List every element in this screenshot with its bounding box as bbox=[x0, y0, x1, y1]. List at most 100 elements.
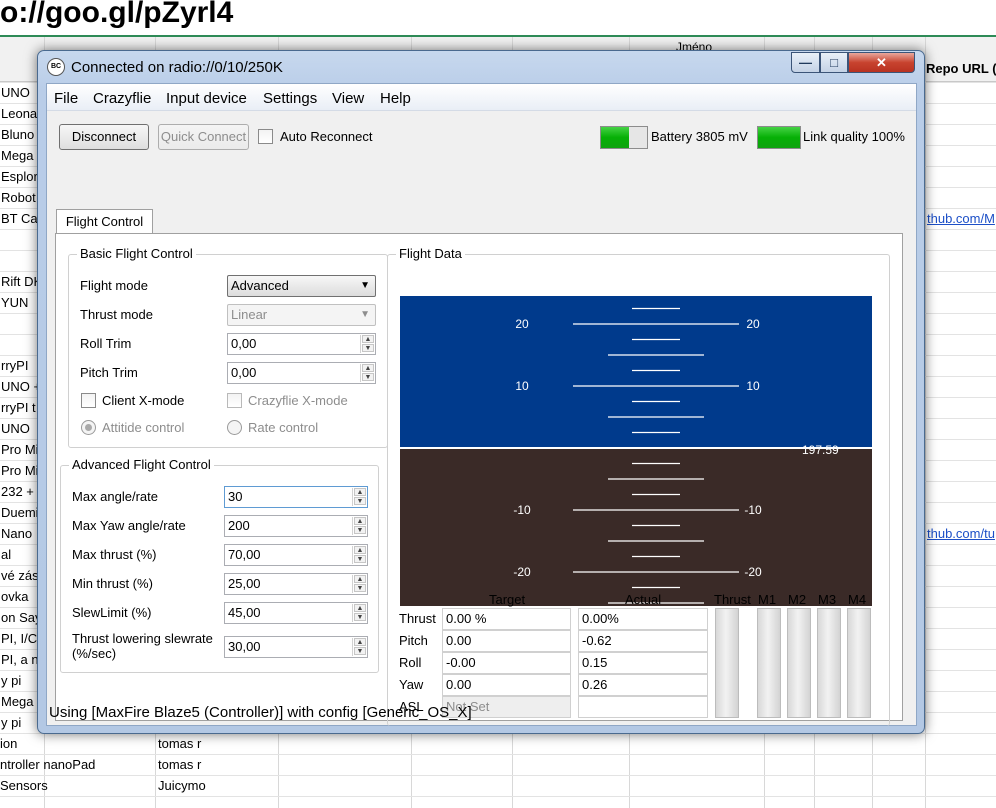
spin-buttons[interactable]: ▲ ▼ bbox=[352, 604, 366, 622]
spin-down-icon[interactable]: ▼ bbox=[362, 373, 374, 381]
pitch-label-left: 10 bbox=[515, 379, 529, 393]
pitch-row-label: Pitch bbox=[399, 633, 428, 648]
background-url-title: o://goo.gl/pZyrl4 bbox=[0, 0, 234, 29]
menu-settings[interactable]: Settings bbox=[263, 90, 317, 107]
spin-down-icon[interactable]: ▼ bbox=[354, 555, 366, 563]
min-thrust-value: 25,00 bbox=[228, 576, 261, 591]
flight-mode-label: Flight mode bbox=[80, 278, 148, 293]
link-quality-meter-fill bbox=[758, 127, 800, 148]
thrust-target-value: 0.00 % bbox=[442, 608, 571, 630]
roll-trim-label: Roll Trim bbox=[80, 336, 132, 351]
max-thrust-label: Max thrust (%) bbox=[72, 547, 157, 562]
m3-bar-label: M3 bbox=[818, 592, 837, 607]
chevron-down-icon: ▼ bbox=[360, 309, 370, 320]
spin-up-icon[interactable]: ▲ bbox=[354, 604, 366, 612]
spin-buttons[interactable]: ▲ ▼ bbox=[352, 517, 366, 535]
link-quality-label: Link quality 100% bbox=[803, 129, 905, 144]
spreadsheet-cell: tomas r bbox=[158, 736, 202, 751]
maximize-button[interactable]: □ bbox=[820, 52, 848, 73]
basic-flight-control-title: Basic Flight Control bbox=[77, 246, 196, 261]
close-button[interactable]: ✕ bbox=[848, 52, 915, 73]
pitch-label-left: -20 bbox=[513, 565, 531, 579]
min-thrust-label: Min thrust (%) bbox=[72, 576, 153, 591]
max-yaw-label: Max Yaw angle/rate bbox=[72, 518, 186, 533]
minimize-icon: — bbox=[799, 55, 812, 70]
spin-buttons[interactable]: ▲ ▼ bbox=[352, 638, 366, 656]
window-title: Connected on radio://0/10/250K bbox=[71, 59, 283, 76]
spin-buttons[interactable]: ▲ ▼ bbox=[352, 488, 366, 506]
spreadsheet-link[interactable]: thub.com/tu bbox=[927, 526, 996, 541]
pitch-trim-value: 0,00 bbox=[231, 365, 257, 380]
m4-bar-label: M4 bbox=[848, 592, 867, 607]
thrust-row-label: Thrust bbox=[399, 611, 436, 626]
max-thrust-spinbox[interactable]: 70,00 ▲ ▼ bbox=[224, 544, 368, 566]
thrust-slewrate-spinbox[interactable]: 30,00 ▲ ▼ bbox=[224, 636, 368, 658]
spin-up-icon[interactable]: ▲ bbox=[354, 517, 366, 525]
spin-up-icon[interactable]: ▲ bbox=[354, 638, 366, 646]
max-angle-value: 30 bbox=[228, 489, 243, 504]
title-bar[interactable]: BC Connected on radio://0/10/250K — □ ✕ bbox=[38, 51, 924, 83]
thrust-slewrate-unit-label: (%/sec) bbox=[72, 646, 117, 661]
rate-control-radio[interactable] bbox=[227, 420, 242, 435]
crazyflie-xmode-checkbox[interactable] bbox=[227, 393, 242, 408]
menu-help[interactable]: Help bbox=[380, 90, 411, 107]
max-yaw-spinbox[interactable]: 200 ▲ ▼ bbox=[224, 515, 368, 537]
slew-limit-spinbox[interactable]: 45,00 ▲ ▼ bbox=[224, 602, 368, 624]
spin-down-icon[interactable]: ▼ bbox=[354, 526, 366, 534]
roll-target-value: -0.00 bbox=[442, 652, 571, 674]
flight-mode-select[interactable]: Advanced ▼ bbox=[227, 275, 376, 297]
spin-up-icon[interactable]: ▲ bbox=[362, 335, 374, 343]
spin-up-icon[interactable]: ▲ bbox=[354, 575, 366, 583]
flight-data-group: Flight Data 20 20 10 10 -10 -10 -20 -20 197.59 T… bbox=[387, 246, 890, 726]
client-xmode-checkbox[interactable] bbox=[81, 393, 96, 408]
close-icon: ✕ bbox=[876, 55, 887, 70]
tab-flight-control[interactable]: Flight Control bbox=[56, 209, 153, 234]
auto-reconnect-label: Auto Reconnect bbox=[280, 129, 373, 144]
spin-buttons[interactable]: ▲ ▼ bbox=[352, 546, 366, 564]
link-quality-meter bbox=[757, 126, 801, 149]
auto-reconnect-checkbox[interactable] bbox=[258, 129, 273, 144]
pitch-trim-spinbox[interactable]: 0,00 ▲ ▼ bbox=[227, 362, 376, 384]
menu-crazyflie[interactable]: Crazyflie bbox=[93, 90, 151, 107]
menu-view[interactable]: View bbox=[332, 90, 364, 107]
spin-buttons[interactable]: ▲ ▼ bbox=[352, 575, 366, 593]
column-header-repo: Repo URL (v bbox=[926, 61, 996, 76]
advanced-flight-control-title: Advanced Flight Control bbox=[69, 457, 214, 472]
max-thrust-value: 70,00 bbox=[228, 547, 261, 562]
pitch-label-right: 10 bbox=[746, 379, 760, 393]
thrust-mode-label: Thrust mode bbox=[80, 307, 153, 322]
max-angle-label: Max angle/rate bbox=[72, 489, 158, 504]
pitch-label-left: -10 bbox=[513, 503, 531, 517]
spreadsheet-row-line bbox=[0, 775, 996, 776]
spin-down-icon[interactable]: ▼ bbox=[362, 344, 374, 352]
spreadsheet-row-line bbox=[0, 754, 996, 755]
thrust-mode-value: Linear bbox=[231, 307, 268, 322]
spin-buttons[interactable]: ▲ ▼ bbox=[360, 335, 374, 353]
spin-down-icon[interactable]: ▼ bbox=[354, 647, 366, 655]
artificial-horizon: 20 20 10 10 -10 -10 -20 -20 197.59 bbox=[400, 296, 872, 606]
min-thrust-spinbox[interactable]: 25,00 ▲ ▼ bbox=[224, 573, 368, 595]
spin-up-icon[interactable]: ▲ bbox=[354, 546, 366, 554]
spreadsheet-link[interactable]: thub.com/M bbox=[927, 211, 996, 226]
m2-bar-label: M2 bbox=[788, 592, 807, 607]
quick-connect-button[interactable]: Quick Connect bbox=[158, 124, 249, 150]
spin-up-icon[interactable]: ▲ bbox=[354, 488, 366, 496]
actual-column-header: Actual bbox=[625, 592, 662, 607]
roll-trim-spinbox[interactable]: 0,00 ▲ ▼ bbox=[227, 333, 376, 355]
battery-meter-fill bbox=[601, 127, 629, 148]
minimize-button[interactable]: — bbox=[791, 52, 820, 73]
disconnect-button[interactable]: Disconnect bbox=[59, 124, 149, 150]
menu-file[interactable]: File bbox=[54, 90, 78, 107]
spin-up-icon[interactable]: ▲ bbox=[362, 364, 374, 372]
thrust-mode-select[interactable]: Linear ▼ bbox=[227, 304, 376, 326]
spin-down-icon[interactable]: ▼ bbox=[354, 613, 366, 621]
spin-down-icon[interactable]: ▼ bbox=[354, 584, 366, 592]
spin-buttons[interactable]: ▲ ▼ bbox=[360, 364, 374, 382]
target-column-header: Target bbox=[489, 592, 526, 607]
attitude-control-radio[interactable] bbox=[81, 420, 96, 435]
max-angle-spinbox[interactable]: 30 ▲ ▼ bbox=[224, 486, 368, 508]
spin-down-icon[interactable]: ▼ bbox=[354, 497, 366, 505]
roll-trim-value: 0,00 bbox=[231, 336, 257, 351]
chevron-down-icon: ▼ bbox=[360, 280, 370, 291]
menu-input-device[interactable]: Input device bbox=[166, 90, 247, 107]
